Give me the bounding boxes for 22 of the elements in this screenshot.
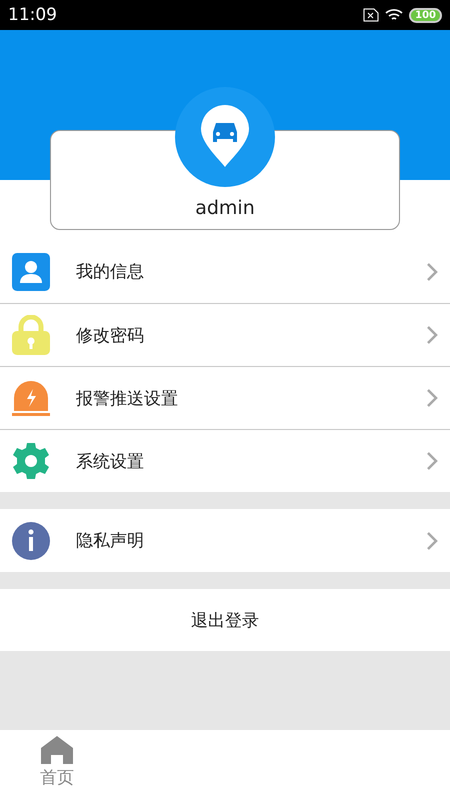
chevron-right-icon bbox=[426, 530, 438, 550]
alarm-light-icon bbox=[12, 379, 50, 417]
battery-level: 100 bbox=[409, 8, 442, 22]
status-time: 11:09 bbox=[8, 5, 57, 25]
no-sim-icon bbox=[363, 8, 380, 22]
chevron-right-icon bbox=[426, 325, 438, 345]
chevron-right-icon bbox=[426, 262, 438, 282]
menu-item[interactable]: 我的信息 bbox=[0, 240, 450, 303]
settings-icon bbox=[12, 442, 50, 480]
info-icon bbox=[12, 522, 50, 560]
person-icon bbox=[12, 252, 50, 290]
chevron-right-icon bbox=[426, 388, 438, 408]
logout-button[interactable]: 退出登录 bbox=[0, 589, 450, 651]
menu-item[interactable]: 修改密码 bbox=[0, 303, 450, 366]
menu-item[interactable]: 系统设置 bbox=[0, 429, 450, 492]
username: admin bbox=[195, 197, 255, 219]
menu-item[interactable]: 隐私声明 bbox=[0, 509, 450, 572]
menu-item[interactable]: 报警推送设置 bbox=[0, 366, 450, 429]
chevron-right-icon bbox=[426, 451, 438, 471]
home-icon bbox=[41, 736, 73, 764]
wifi-icon bbox=[385, 8, 404, 22]
lock-icon bbox=[12, 315, 50, 355]
